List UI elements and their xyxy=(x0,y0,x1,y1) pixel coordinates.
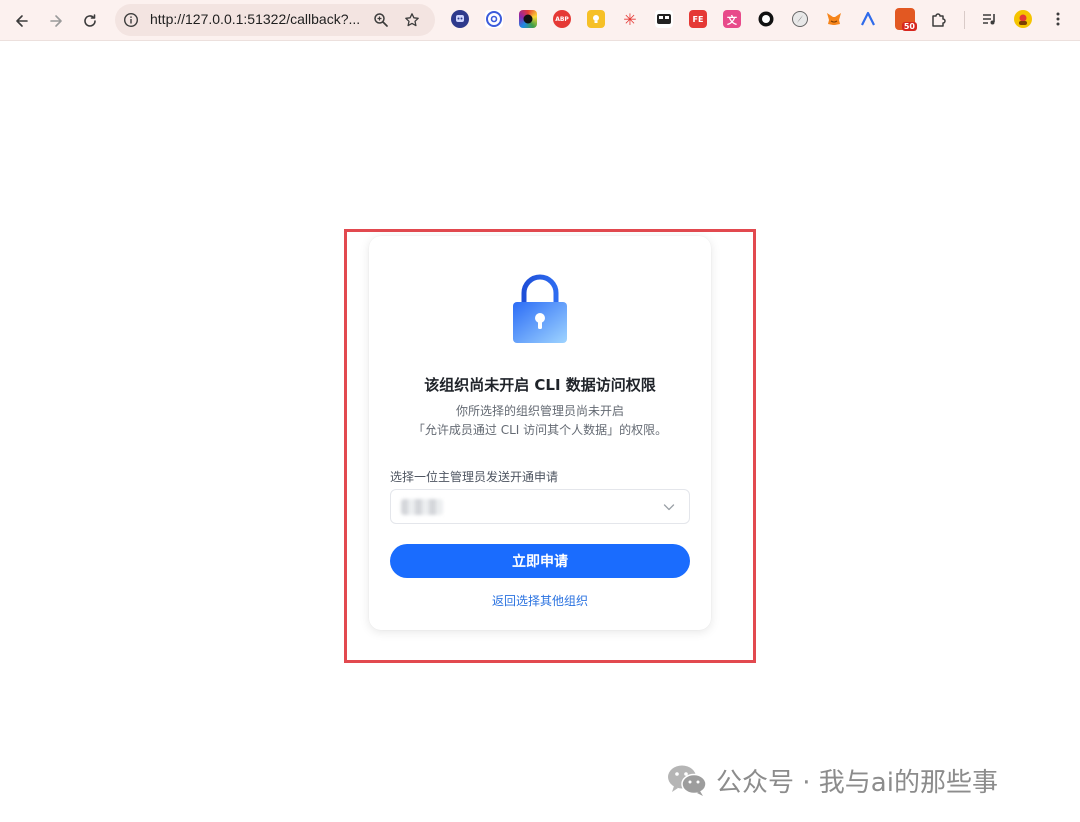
back-to-org-select-link[interactable]: 返回选择其他组织 xyxy=(369,592,711,609)
menu-icon[interactable] xyxy=(1049,10,1067,28)
card-description-line2: 「允许成员通过 CLI 访问其个人数据」的权限。 xyxy=(412,423,668,437)
ext-circle-icon[interactable] xyxy=(757,10,775,28)
ext-avatar-icon[interactable] xyxy=(1014,10,1032,28)
zoom-icon[interactable] xyxy=(373,12,389,28)
card-description-line1: 你所选择的组织管理员尚未开启 xyxy=(455,404,624,418)
address-bar[interactable]: http://127.0.0.1:51322/callback?... xyxy=(115,4,435,36)
toolbar-divider xyxy=(964,11,965,29)
back-button[interactable] xyxy=(9,8,35,34)
ext-translate-icon[interactable]: 文 xyxy=(723,10,741,28)
forward-button[interactable] xyxy=(43,8,69,34)
apply-now-button[interactable]: 立即申请 xyxy=(390,544,690,578)
watermark: 公众号 · 我与ai的那些事 xyxy=(666,760,998,800)
chevron-down-icon xyxy=(663,504,675,511)
reload-button[interactable] xyxy=(77,8,103,34)
admin-select-label: 选择一位主管理员发送开通申请 xyxy=(390,470,559,484)
ext-badge-count: 50 xyxy=(901,22,917,31)
ext-puzzle-icon[interactable] xyxy=(929,10,947,28)
bookmark-star-icon[interactable] xyxy=(404,12,420,28)
ext-badge-icon[interactable]: 50 xyxy=(895,8,917,31)
wechat-logo-icon xyxy=(668,765,707,796)
ext-gamepad-icon[interactable] xyxy=(655,10,673,28)
ext-arc-icon[interactable] xyxy=(859,10,877,28)
ext-media-icon[interactable] xyxy=(980,10,998,28)
card-title: 该组织尚未开启 CLI 数据访问权限 xyxy=(424,376,656,394)
reload-icon xyxy=(84,14,96,27)
url-text[interactable]: http://127.0.0.1:51322/callback?... xyxy=(150,11,360,27)
ext-fe-icon[interactable]: FE xyxy=(689,10,707,28)
ext-at-icon[interactable] xyxy=(485,10,503,28)
browser-toolbar: http://127.0.0.1:51322/callback?... ABP … xyxy=(0,0,1080,41)
ext-robot-icon[interactable] xyxy=(451,10,469,28)
site-info-icon[interactable] xyxy=(123,12,139,28)
lock-icon xyxy=(513,274,567,343)
admin-select-value-redacted xyxy=(401,499,443,515)
admin-select[interactable] xyxy=(390,489,690,524)
ext-keep-icon[interactable] xyxy=(587,10,605,28)
back-icon xyxy=(16,15,28,27)
ext-metamask-icon[interactable] xyxy=(825,10,843,28)
ext-compass-icon[interactable] xyxy=(791,10,809,28)
ext-adblock-plus-icon[interactable]: ABP xyxy=(553,10,571,28)
watermark-text: 公众号 · 我与ai的那些事 xyxy=(716,767,998,798)
forward-icon xyxy=(50,15,62,27)
ext-sparkle-icon[interactable]: ✳ xyxy=(621,10,639,29)
permission-card: 该组织尚未开启 CLI 数据访问权限 你所选择的组织管理员尚未开启 「允许成员通… xyxy=(369,236,711,630)
card-description: 你所选择的组织管理员尚未开启 「允许成员通过 CLI 访问其个人数据」的权限。 xyxy=(369,402,711,440)
ext-color-picker-icon[interactable] xyxy=(519,10,537,28)
